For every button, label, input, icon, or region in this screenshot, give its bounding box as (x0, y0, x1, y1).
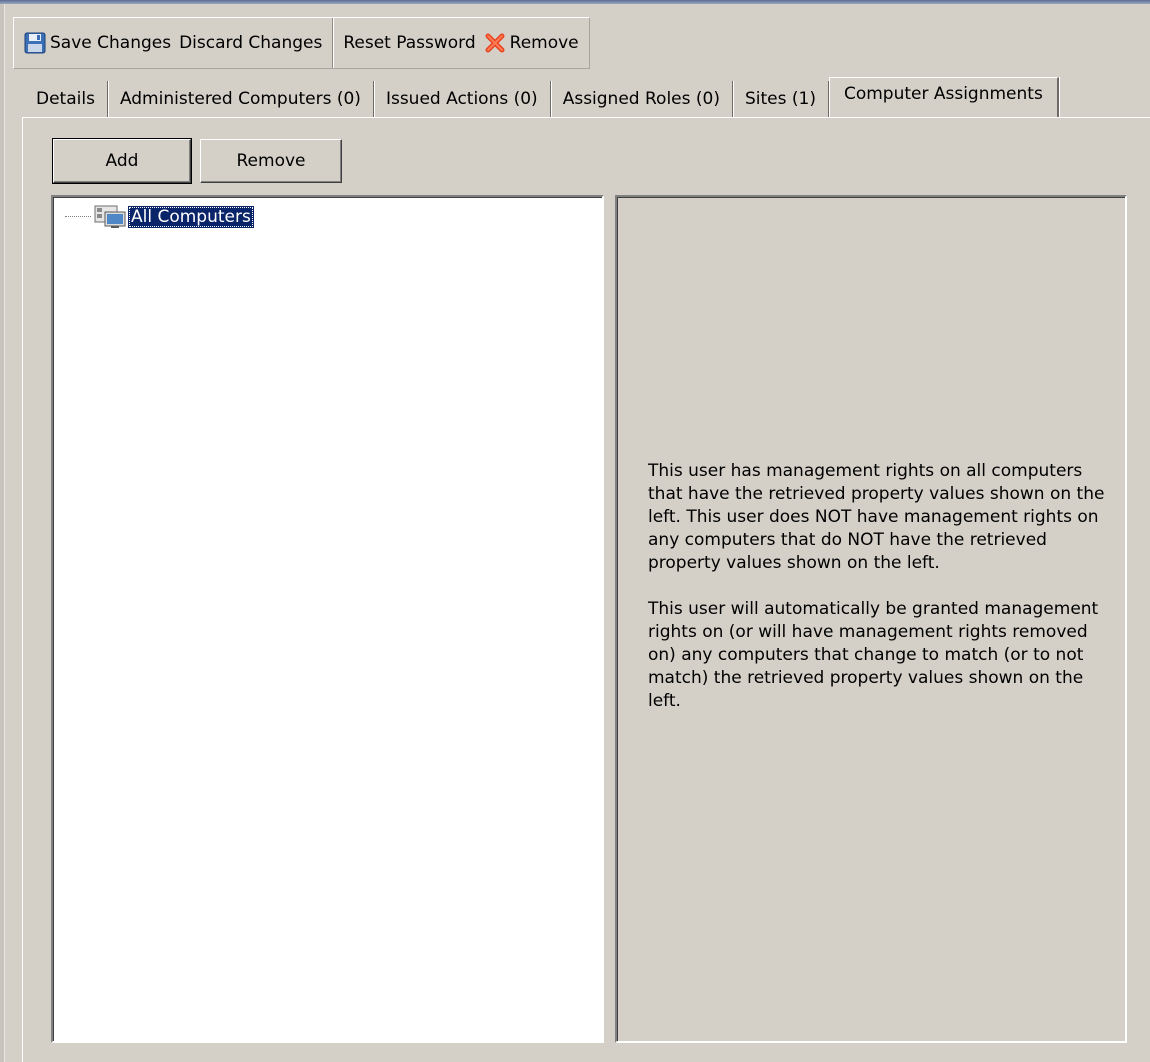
tree-connector-line (65, 216, 91, 218)
assignment-info-panel: This user has management rights on all c… (615, 195, 1127, 1043)
reset-password-button[interactable]: Reset Password (339, 25, 479, 61)
user-editor-window: Save Changes Discard Changes Reset Passw… (0, 0, 1150, 1062)
add-assignment-label: Add (105, 151, 139, 171)
tab-issued-actions-label: Issued Actions (0) (385, 89, 538, 109)
tab-content-left-border (22, 117, 23, 1062)
tab-computer-assignments[interactable]: Computer Assignments (828, 77, 1059, 117)
red-x-icon (485, 33, 505, 53)
computer-assignment-tree[interactable]: All Computers (51, 195, 604, 1043)
toolbar-group-account: Reset Password Remove (333, 18, 588, 68)
tab-details-label: Details (36, 89, 95, 109)
window-top-edge (0, 0, 1150, 4)
tab-issued-actions[interactable]: Issued Actions (0) (374, 81, 551, 117)
discard-changes-button[interactable]: Discard Changes (175, 25, 326, 61)
remove-assignment-label: Remove (236, 151, 306, 171)
remove-user-button[interactable]: Remove (480, 25, 583, 61)
info-paragraph-2: This user will automatically be granted … (648, 599, 1099, 711)
tab-strip: Details Administered Computers (0) Issue… (22, 77, 1059, 117)
info-paragraph-1: This user has management rights on all c… (648, 461, 1105, 573)
tab-sites-label: Sites (1) (744, 89, 816, 109)
tree-item-all-computers[interactable]: All Computers (65, 203, 254, 231)
tab-details[interactable]: Details (22, 81, 108, 117)
toolbar: Save Changes Discard Changes Reset Passw… (13, 17, 590, 69)
tab-assigned-roles-label: Assigned Roles (0) (562, 89, 720, 109)
remove-user-label: Remove (509, 33, 579, 53)
save-changes-button[interactable]: Save Changes (20, 25, 175, 61)
remove-assignment-button[interactable]: Remove (200, 139, 342, 183)
toolbar-group-save: Save Changes Discard Changes (14, 18, 334, 68)
computer-group-icon (94, 205, 126, 228)
tab-sites[interactable]: Sites (1) (733, 81, 829, 117)
tab-computer-assignments-label: Computer Assignments (843, 84, 1043, 104)
tab-assigned-roles[interactable]: Assigned Roles (0) (551, 81, 733, 117)
tree-item-label: All Computers (128, 206, 254, 228)
discard-changes-label: Discard Changes (179, 33, 323, 53)
save-changes-label: Save Changes (50, 33, 172, 53)
tab-content-border (22, 117, 1150, 118)
floppy-disk-icon (24, 32, 46, 54)
tab-administered-computers-label: Administered Computers (0) (119, 89, 361, 109)
tab-administered-computers[interactable]: Administered Computers (0) (108, 81, 374, 117)
add-assignment-button[interactable]: Add (52, 138, 192, 184)
reset-password-label: Reset Password (343, 33, 476, 53)
window-left-edge (0, 4, 5, 1062)
info-text: This user has management rights on all c… (648, 460, 1108, 736)
